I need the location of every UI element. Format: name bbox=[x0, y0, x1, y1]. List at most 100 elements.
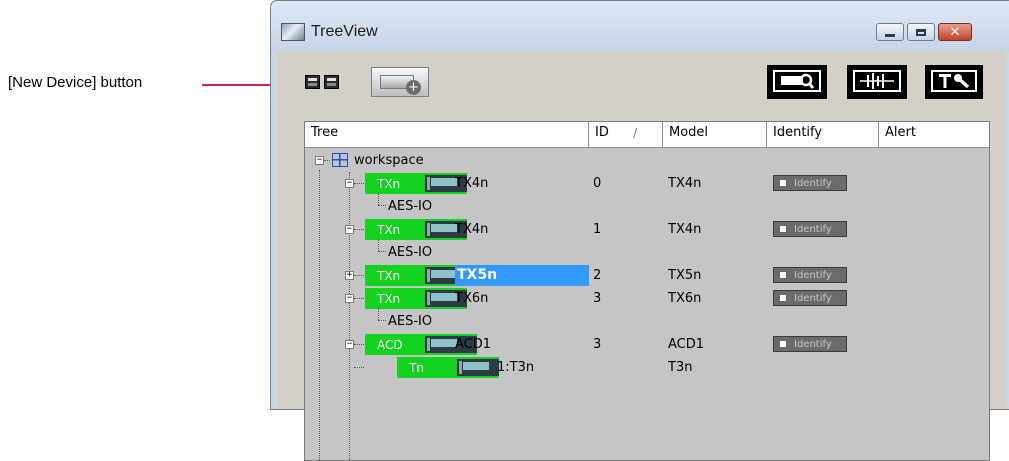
column-header-id[interactable]: ID / bbox=[589, 122, 663, 148]
table-row[interactable]: −Tn1:T3nT3n bbox=[305, 356, 989, 379]
device-id: 2 bbox=[593, 268, 602, 283]
device-type-label: TXn bbox=[377, 268, 401, 283]
device-model: T3n bbox=[668, 360, 693, 375]
tree-connector bbox=[378, 308, 379, 320]
identify-button[interactable]: Identify bbox=[773, 175, 847, 191]
identify-button[interactable]: Identify bbox=[773, 267, 847, 283]
new-device-button[interactable]: + bbox=[371, 67, 429, 97]
device-tree-grid[interactable]: Tree ID / Model Identify Alert − workspa… bbox=[304, 121, 990, 461]
selected-device-name[interactable]: TX5n bbox=[455, 265, 589, 286]
table-row[interactable]: − TXn TX4n 1 TX4n Identify bbox=[305, 218, 989, 241]
device-name[interactable]: TX6n bbox=[455, 287, 488, 310]
device-model: TX6n bbox=[668, 291, 702, 306]
table-row[interactable]: − ACD ACD1 3 ACD1 Identify bbox=[305, 333, 989, 356]
title-bar[interactable]: TreeView ✕ bbox=[271, 1, 1009, 51]
column-header-alert[interactable]: Alert bbox=[879, 122, 989, 148]
table-row[interactable]: − TXn TX6n 3 TX6n Identify bbox=[305, 287, 989, 310]
tree-row-workspace[interactable]: − workspace bbox=[305, 149, 989, 172]
device-badge: TXn bbox=[365, 173, 467, 194]
device-badge: TXn bbox=[365, 288, 467, 309]
device-name[interactable]: TX4n bbox=[455, 172, 488, 195]
device-id: 1 bbox=[593, 222, 602, 237]
workspace-label: workspace bbox=[354, 153, 424, 168]
column-header-identify[interactable]: Identify bbox=[767, 122, 879, 148]
app-icon bbox=[281, 23, 305, 41]
identify-indicator-icon bbox=[780, 341, 786, 347]
window-title: TreeView bbox=[311, 23, 378, 40]
device-search-icon bbox=[773, 70, 821, 92]
device-name[interactable]: 1:T3n bbox=[497, 356, 534, 379]
child-node-label: AES-IO bbox=[388, 245, 433, 260]
tree-connector bbox=[354, 275, 364, 276]
column-header-tree[interactable]: Tree bbox=[305, 122, 589, 148]
tree-connector bbox=[378, 193, 379, 205]
collapse-icon[interactable]: − bbox=[345, 294, 354, 303]
maximize-button[interactable] bbox=[907, 23, 935, 41]
expand-icon[interactable]: + bbox=[345, 271, 354, 280]
identify-button[interactable]: Identify bbox=[773, 221, 847, 237]
tree-connector bbox=[324, 160, 330, 161]
minimize-button[interactable] bbox=[876, 23, 904, 41]
identify-button-label: Identify bbox=[794, 269, 832, 281]
column-header-id-label: ID bbox=[595, 125, 609, 140]
device-id: 3 bbox=[593, 291, 602, 306]
identify-button-label: Identify bbox=[794, 177, 832, 189]
device-model: TX5n bbox=[668, 268, 702, 283]
device-type-label: TXn bbox=[377, 222, 401, 237]
tree-connector bbox=[378, 251, 386, 252]
identify-button-label: Identify bbox=[794, 338, 832, 350]
device-id: 3 bbox=[593, 337, 602, 352]
device-type-label: ACD bbox=[377, 337, 403, 352]
collapse-icon[interactable]: − bbox=[315, 156, 324, 165]
tree-connector bbox=[354, 298, 364, 299]
treeview-window: TreeView ✕ + Tree ID / Model Identify Al… bbox=[270, 0, 1009, 461]
tree-connector bbox=[378, 205, 386, 206]
device-type-label: Tn bbox=[409, 360, 424, 375]
identify-indicator-icon bbox=[780, 295, 786, 301]
device-search-button[interactable] bbox=[767, 65, 827, 99]
device-name[interactable]: TX4n bbox=[455, 218, 488, 241]
column-header-model[interactable]: Model bbox=[663, 122, 767, 148]
workspace-icon bbox=[332, 153, 348, 167]
tree-connector bbox=[354, 367, 364, 368]
device-badge: TXn bbox=[365, 219, 467, 240]
maximize-icon bbox=[916, 28, 926, 36]
new-device-callout-label: [New Device] button bbox=[8, 74, 143, 91]
waveform-icon bbox=[853, 70, 901, 92]
device-type-label: TXn bbox=[377, 291, 401, 306]
collapse-icon[interactable]: − bbox=[345, 225, 354, 234]
expand-all-button[interactable] bbox=[305, 75, 320, 89]
device-id: 0 bbox=[593, 176, 602, 191]
child-row[interactable]: AES-IO bbox=[305, 308, 989, 333]
identify-button-label: Identify bbox=[794, 223, 832, 235]
identify-indicator-icon bbox=[780, 272, 786, 278]
tools-icon bbox=[931, 70, 977, 92]
plus-icon: + bbox=[406, 80, 421, 95]
identify-indicator-icon bbox=[780, 226, 786, 232]
waveform-button[interactable] bbox=[847, 65, 907, 99]
device-badge: Tn bbox=[397, 357, 499, 378]
collapse-all-button[interactable] bbox=[324, 75, 339, 89]
table-row[interactable]: + TXn TX5n 2 TX5n Identify bbox=[305, 264, 989, 287]
identify-button[interactable]: Identify bbox=[773, 290, 847, 306]
device-model: ACD1 bbox=[668, 337, 705, 352]
device-model: TX4n bbox=[668, 222, 702, 237]
tree-connector bbox=[354, 229, 364, 230]
tree-connector bbox=[354, 344, 364, 345]
collapse-icon[interactable]: − bbox=[345, 340, 354, 349]
identify-button[interactable]: Identify bbox=[773, 336, 847, 352]
child-node-label: AES-IO bbox=[388, 199, 433, 214]
child-row[interactable]: AES-IO bbox=[305, 193, 989, 218]
tools-button[interactable] bbox=[925, 65, 983, 99]
tree-connector bbox=[378, 239, 379, 251]
device-badge: TXn bbox=[365, 265, 467, 286]
collapse-icon[interactable]: − bbox=[345, 179, 354, 188]
identify-button-label: Identify bbox=[794, 292, 832, 304]
child-row[interactable]: AES-IO bbox=[305, 239, 989, 264]
device-image-icon bbox=[457, 359, 499, 376]
device-name[interactable]: ACD1 bbox=[455, 333, 491, 356]
close-button[interactable]: ✕ bbox=[938, 23, 972, 41]
table-row[interactable]: − TXn TX4n 0 TX4n Identify bbox=[305, 172, 989, 195]
tree-connector bbox=[378, 320, 386, 321]
device-type-label: TXn bbox=[377, 176, 401, 191]
